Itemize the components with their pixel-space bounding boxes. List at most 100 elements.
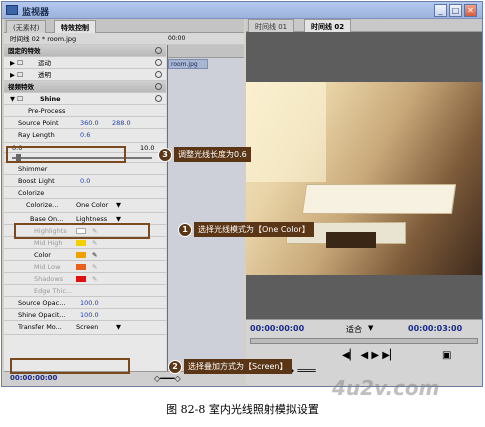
chevron-down-icon[interactable]: ▼: [368, 324, 373, 332]
callout-number: 3: [158, 148, 172, 162]
effect-time[interactable]: 00:00:00:00: [10, 374, 57, 382]
collapse-icon[interactable]: [155, 47, 162, 54]
fixed-effects-header: 固定的特效: [4, 45, 166, 57]
export-icon[interactable]: ▣: [442, 350, 451, 361]
timeline-ruler[interactable]: [167, 45, 244, 58]
transfer-mode-row[interactable]: Transfer Mo... Screen ▼: [4, 321, 166, 335]
maximize-button[interactable]: □: [449, 4, 462, 17]
window-light: [246, 82, 326, 182]
color-swatch[interactable]: [76, 240, 86, 246]
clip-path-label: 时间线 02 * room.jpg: [10, 35, 77, 43]
timeline-scrubber[interactable]: [250, 338, 478, 344]
timeline-clip[interactable]: room.jpg: [168, 59, 208, 69]
reset-icon[interactable]: [155, 59, 162, 66]
duration-time: 00:00:03:00: [408, 324, 463, 333]
watermark: 4u2v.com: [332, 376, 440, 400]
sofa-shape: [301, 184, 457, 214]
color-row-label: Mid Low: [34, 263, 61, 271]
ray-length-row[interactable]: Ray Length 0.6: [4, 129, 166, 143]
colorize-dropdown[interactable]: One Color: [76, 199, 108, 211]
transfer-mode-dropdown[interactable]: Screen: [76, 321, 98, 333]
eyedropper-icon[interactable]: ✎: [92, 261, 97, 273]
chevron-down-icon[interactable]: ▼: [116, 321, 121, 333]
motion-row[interactable]: ▶ ☐ 运动: [4, 57, 166, 69]
clip-path-row: 时间线 02 * room.jpg 00:00: [4, 33, 244, 45]
collapse-icon[interactable]: [155, 83, 162, 90]
monitor-window: 监视器 _ □ ✕ (无素材) 特效控制 时间线 02 * room.jpg 0…: [1, 1, 483, 387]
zoom-slider-icon[interactable]: ◇━━━◇: [154, 374, 181, 383]
callout-number: 1: [178, 223, 192, 237]
boost-light-row[interactable]: Boost Light 0.0: [4, 175, 166, 187]
expand-arrow-icon[interactable]: ▼ ☐: [10, 93, 23, 105]
pre-process-row[interactable]: Pre-Process: [4, 105, 166, 117]
shine-row[interactable]: ▼ ☐ Shine: [4, 93, 166, 105]
shimmer-label: Shimmer: [18, 165, 48, 173]
chevron-down-icon[interactable]: ▼: [116, 199, 121, 211]
color-row-label: Color: [34, 251, 51, 259]
shine-opacity-row[interactable]: Shine Opacit... 100.0: [4, 309, 166, 321]
expand-arrow-icon[interactable]: ▶ ☐: [10, 69, 23, 81]
source-opacity-value[interactable]: 100.0: [80, 297, 99, 309]
fixed-effects-label: 固定的特效: [8, 47, 41, 55]
ray-length-label: Ray Length: [18, 131, 55, 139]
tab-no-clip[interactable]: (无素材): [6, 20, 47, 33]
callout-text: 选择光线模式为【One Color】: [194, 222, 314, 237]
highlight-transfer-mode: [10, 358, 130, 374]
highlight-colorize: [14, 223, 150, 239]
colorize-section-label: Colorize: [18, 189, 45, 197]
eyedropper-icon[interactable]: ✎: [92, 273, 97, 285]
source-opacity-row[interactable]: Source Opac... 100.0: [4, 297, 166, 309]
eyedropper-icon[interactable]: ✎: [92, 249, 97, 261]
edge-thickness-row[interactable]: Edge Thic...: [4, 285, 166, 297]
color-swatch[interactable]: [76, 252, 86, 258]
ray-length-value[interactable]: 0.6: [80, 129, 90, 141]
fit-dropdown[interactable]: 适合: [346, 324, 362, 335]
play-controls-icon[interactable]: ◀▏ ◀ ▶ ▶▏: [342, 350, 398, 361]
shine-label: Shine: [40, 95, 61, 103]
current-time[interactable]: 00:00:00:00: [250, 324, 304, 333]
shine-opacity-value[interactable]: 100.0: [80, 309, 99, 321]
color-row[interactable]: Color ✎: [4, 249, 166, 261]
program-monitor: 时间线 01 时间线 02 00:00:00:00 适合 ▼ 00:00:03:…: [246, 19, 482, 385]
edge-thickness-label: Edge Thic...: [34, 287, 73, 295]
color-swatch[interactable]: [76, 276, 86, 282]
figure-caption: 图 82-8 室内光线照射模拟设置: [166, 403, 319, 416]
reset-icon[interactable]: [155, 71, 162, 78]
reset-icon[interactable]: [155, 95, 162, 102]
minimize-button[interactable]: _: [434, 4, 447, 17]
colorize-row[interactable]: Colorize... One Color ▼: [4, 199, 166, 213]
callout-number: 2: [168, 360, 182, 374]
source-point-x[interactable]: 360.0: [80, 117, 99, 129]
transfer-mode-label: Transfer Mo...: [18, 323, 62, 331]
close-button[interactable]: ✕: [464, 4, 477, 17]
tab-effect-controls[interactable]: 特效控制: [54, 20, 96, 33]
shimmer-row[interactable]: Shimmer: [4, 163, 166, 175]
source-point-row[interactable]: Source Point 360.0 288.0: [4, 117, 166, 129]
room-preview-image: [246, 82, 482, 275]
coffee-table: [326, 232, 376, 248]
tab-timeline-01[interactable]: 时间线 01: [248, 19, 295, 32]
colorize-label: Colorize...: [26, 201, 59, 209]
expand-arrow-icon[interactable]: ▶ ☐: [10, 57, 23, 69]
pre-process-label: Pre-Process: [28, 107, 66, 115]
playhead-line: [167, 45, 168, 385]
boost-light-value[interactable]: 0.0: [80, 175, 90, 187]
source-point-y[interactable]: 288.0: [112, 117, 131, 129]
color-row-label: Shadows: [34, 275, 64, 283]
opacity-row[interactable]: ▶ ☐ 透明: [4, 69, 166, 81]
boost-light-label: Boost Light: [18, 177, 55, 185]
callout-text: 调整光线长度为0.6: [174, 147, 251, 162]
color-swatch[interactable]: [76, 264, 86, 270]
shine-opacity-label: Shine Opacit...: [18, 311, 66, 319]
colorize-section-row[interactable]: Colorize: [4, 187, 166, 199]
tab-timeline-02[interactable]: 时间线 02: [304, 19, 352, 32]
source-point-label: Source Point: [18, 119, 59, 127]
source-opacity-label: Source Opac...: [18, 299, 66, 307]
color-row[interactable]: Mid Low ✎: [4, 261, 166, 273]
timeline-time: 00:00: [168, 35, 186, 42]
color-row[interactable]: Shadows ✎: [4, 273, 166, 285]
video-effects-header: 视频特效: [4, 81, 166, 93]
effect-timeline[interactable]: room.jpg: [167, 45, 244, 385]
callout-text: 选择叠加方式为【Screen】: [184, 359, 292, 374]
opacity-label: 透明: [38, 71, 51, 79]
